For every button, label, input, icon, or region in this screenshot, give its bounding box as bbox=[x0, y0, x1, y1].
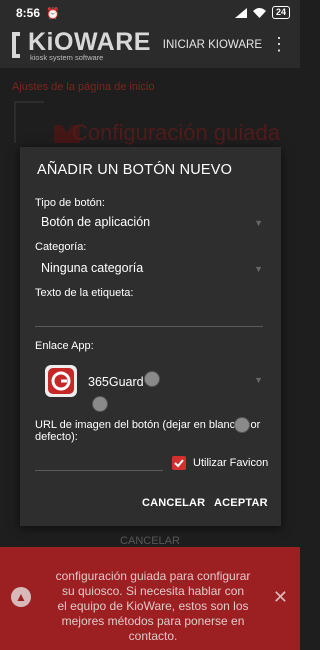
dropdown-arrow-icon: ▼ bbox=[254, 218, 263, 228]
status-time: 8:56 bbox=[16, 6, 41, 20]
365guard-logo-icon bbox=[48, 368, 74, 394]
more-options-icon[interactable]: ⋮ bbox=[270, 35, 288, 53]
image-url-label-line: defecto): bbox=[35, 431, 78, 443]
banner-line: mejores métodos para ponerse en bbox=[61, 614, 245, 628]
banner-line: configuración guiada para configurar bbox=[55, 569, 251, 583]
add-button-dialog: AÑADIR UN BOTÓN NUEVO Tipo de botón: Bot… bbox=[20, 147, 281, 526]
help-banner: ▲ configuración guiada para configurar s… bbox=[0, 547, 300, 650]
banner-text: configuración guiada para configurar su … bbox=[48, 569, 258, 644]
banner-line: su quiosco. Si necesita hablar con bbox=[61, 584, 245, 598]
image-url-label: URL de imagen del botón (dejar en blanco… bbox=[35, 419, 260, 443]
banner-line: el equipo de KioWare, estos son los bbox=[57, 599, 249, 613]
kioware-logo-mark bbox=[12, 32, 20, 58]
button-type-spinner[interactable]: Botón de aplicación ▼ bbox=[35, 212, 265, 234]
accept-button[interactable]: ACEPTAR bbox=[214, 497, 268, 509]
image-url-label-line: URL de imagen del botón (dejar en blanco… bbox=[35, 419, 261, 431]
image-url-underline bbox=[35, 470, 163, 471]
app-icon bbox=[45, 365, 77, 397]
app-name: 365Guard bbox=[88, 375, 144, 389]
chevron-up-icon[interactable]: ▲ bbox=[11, 587, 31, 607]
signal-icon bbox=[234, 7, 247, 18]
status-icons: 24 bbox=[234, 6, 290, 19]
label-text-label: Texto de la etiqueta: bbox=[35, 287, 134, 299]
status-bar: 8:56 ⏰ 24 bbox=[0, 0, 300, 26]
label-text-underline bbox=[35, 326, 263, 327]
touch-indicator bbox=[92, 396, 108, 412]
button-type-value: Botón de aplicación bbox=[41, 215, 151, 229]
dropdown-arrow-icon: ▼ bbox=[254, 375, 263, 385]
touch-indicator bbox=[144, 371, 160, 387]
touch-indicator bbox=[234, 417, 250, 433]
app-bar: KiOWARE kiosk system software INICIAR KI… bbox=[0, 26, 300, 68]
wifi-icon bbox=[252, 7, 266, 18]
checkmark-icon bbox=[174, 459, 184, 468]
button-type-label: Tipo de botón: bbox=[35, 197, 105, 209]
use-favicon-label: Utilizar Favicon bbox=[193, 457, 269, 469]
dropdown-arrow-icon: ▼ bbox=[254, 264, 263, 274]
category-label: Categoría: bbox=[35, 241, 87, 253]
image-url-input[interactable] bbox=[35, 449, 163, 469]
battery-icon: 24 bbox=[271, 6, 290, 19]
app-link-label: Enlace App: bbox=[35, 340, 94, 352]
brand-tagline: kiosk system software bbox=[30, 53, 104, 62]
dialog-title: AÑADIR UN BOTÓN NUEVO bbox=[37, 162, 233, 178]
cancel-button[interactable]: CANCELAR bbox=[142, 497, 205, 509]
alarm-icon: ⏰ bbox=[46, 7, 60, 20]
category-spinner[interactable]: Ninguna categoría ▼ bbox=[35, 258, 265, 280]
use-favicon-checkbox[interactable] bbox=[172, 456, 186, 470]
label-text-input[interactable] bbox=[35, 305, 263, 325]
close-icon[interactable]: ✕ bbox=[273, 587, 288, 608]
category-value: Ninguna categoría bbox=[41, 261, 144, 275]
banner-line: contacto. bbox=[128, 629, 178, 643]
start-kioware-button[interactable]: INICIAR KIOWARE bbox=[163, 39, 262, 51]
kioware-logo: KiOWARE kiosk system software bbox=[10, 28, 150, 64]
